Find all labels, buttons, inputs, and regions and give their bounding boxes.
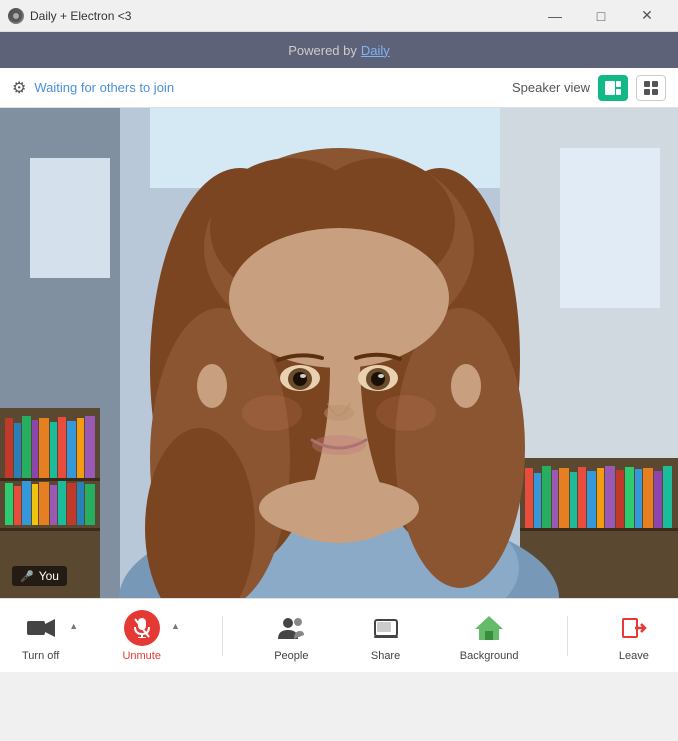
speaker-view-button[interactable]: [598, 75, 628, 101]
window-controls: — □ ✕: [532, 0, 670, 32]
title-bar-left: Daily + Electron <3: [8, 8, 131, 24]
toolbar: Turn off ▲ Unmute ▲: [0, 598, 678, 672]
mic-dropdown-button[interactable]: ▲: [167, 615, 184, 657]
people-label: People: [274, 650, 308, 662]
video-feed: [0, 108, 678, 598]
name-badge: 🎤 You: [12, 566, 67, 586]
participant-name: You: [39, 569, 59, 583]
settings-icon[interactable]: ⚙: [12, 78, 26, 98]
waiting-status: Waiting for others to join: [34, 80, 174, 95]
mic-dropdown-icon: ▲: [171, 621, 180, 631]
people-button[interactable]: People: [261, 604, 321, 668]
background-label: Background: [460, 650, 519, 662]
close-button[interactable]: ✕: [624, 0, 670, 32]
title-bar: Daily + Electron <3 — □ ✕: [0, 0, 678, 32]
camera-dropdown-button[interactable]: ▲: [65, 615, 82, 657]
camera-button[interactable]: Turn off: [16, 604, 65, 668]
people-icon: [273, 610, 309, 646]
waiting-text-part2: for others to join: [81, 80, 174, 95]
header-left: ⚙ Waiting for others to join: [12, 78, 174, 98]
background-icon: [471, 610, 507, 646]
leave-button[interactable]: Leave: [606, 604, 662, 668]
share-label: Share: [371, 650, 400, 662]
speaker-view-label: Speaker view: [512, 80, 590, 95]
share-button[interactable]: Share: [356, 604, 416, 668]
header-bar: ⚙ Waiting for others to join Speaker vie…: [0, 68, 678, 108]
unmute-button[interactable]: Unmute: [116, 604, 167, 668]
window-title: Daily + Electron <3: [30, 9, 131, 23]
mic-off-icon: 🎤: [20, 570, 34, 583]
grid-view-button[interactable]: [636, 75, 666, 101]
leave-label: Leave: [619, 650, 649, 662]
camera-label: Turn off: [22, 650, 59, 662]
app-logo: [8, 8, 24, 24]
microphone-icon: [124, 610, 160, 646]
daily-link[interactable]: Daily: [361, 43, 390, 58]
leave-icon: [616, 610, 652, 646]
microphone-control: Unmute ▲: [116, 604, 183, 668]
header-right: Speaker view: [512, 75, 666, 101]
maximize-button[interactable]: □: [578, 0, 624, 32]
video-area: 🎤 You: [0, 108, 678, 598]
separator-2: [567, 616, 568, 656]
background-button[interactable]: Background: [450, 604, 529, 668]
unmute-label: Unmute: [122, 650, 161, 662]
minimize-button[interactable]: —: [532, 0, 578, 32]
waiting-text-part1: Waiting: [34, 80, 80, 95]
camera-control: Turn off ▲: [16, 604, 82, 668]
powered-by-text: Powered by: [288, 43, 357, 58]
camera-dropdown-icon: ▲: [69, 621, 78, 631]
camera-icon: [23, 610, 59, 646]
separator-1: [222, 616, 223, 656]
powered-bar: Powered by Daily: [0, 32, 678, 68]
share-icon: [368, 610, 404, 646]
